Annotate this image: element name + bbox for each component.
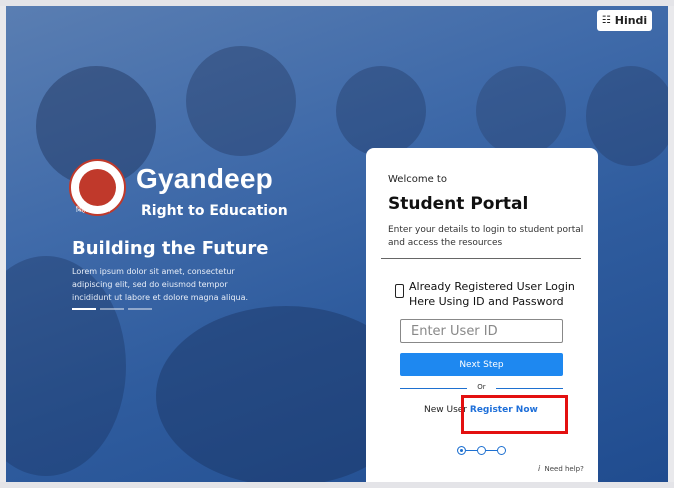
background-figure <box>476 66 566 156</box>
background-figure <box>336 66 426 156</box>
step-2-dot <box>477 446 486 455</box>
need-help-label: Need help? <box>544 465 584 473</box>
carousel-dot-3[interactable] <box>128 308 152 310</box>
translate-icon: ☷ <box>601 15 611 26</box>
portal-title: Student Portal <box>388 194 529 214</box>
step-indicator <box>457 445 507 457</box>
divider <box>381 258 581 259</box>
portal-description: Enter your details to login to student p… <box>388 225 584 248</box>
welcome-text: Welcome to <box>388 174 447 185</box>
phone-icon <box>395 284 404 298</box>
background-figure <box>186 46 296 156</box>
or-text: Or <box>477 383 486 391</box>
registered-user-text: Already Registered User Login Here Using… <box>409 280 575 308</box>
bottom-strip <box>0 482 674 488</box>
carousel-dot-1[interactable] <box>72 308 96 310</box>
info-icon: i <box>538 464 541 473</box>
or-separator: Or <box>400 382 563 394</box>
need-help-link[interactable]: i Need help? <box>538 464 584 473</box>
carousel-dot-2[interactable] <box>100 308 124 310</box>
seal-caption: बिहार सरकार <box>76 206 111 214</box>
brand-name: Gyandeep <box>136 163 273 194</box>
carousel-indicators[interactable] <box>72 308 152 310</box>
next-step-button[interactable]: Next Step <box>400 353 563 376</box>
hero-description: Lorem ipsum dolor sit amet, consectetur … <box>72 267 249 302</box>
hero-title: Building the Future <box>72 238 269 259</box>
brand-tagline: Right to Education <box>141 203 288 219</box>
step-1-dot <box>457 446 466 455</box>
language-toggle-button[interactable]: ☷ Hindi <box>597 10 652 31</box>
language-label: Hindi <box>614 14 648 27</box>
user-id-input[interactable] <box>400 319 563 343</box>
highlight-box <box>461 395 568 434</box>
step-3-dot <box>497 446 506 455</box>
background-figure <box>586 66 668 166</box>
